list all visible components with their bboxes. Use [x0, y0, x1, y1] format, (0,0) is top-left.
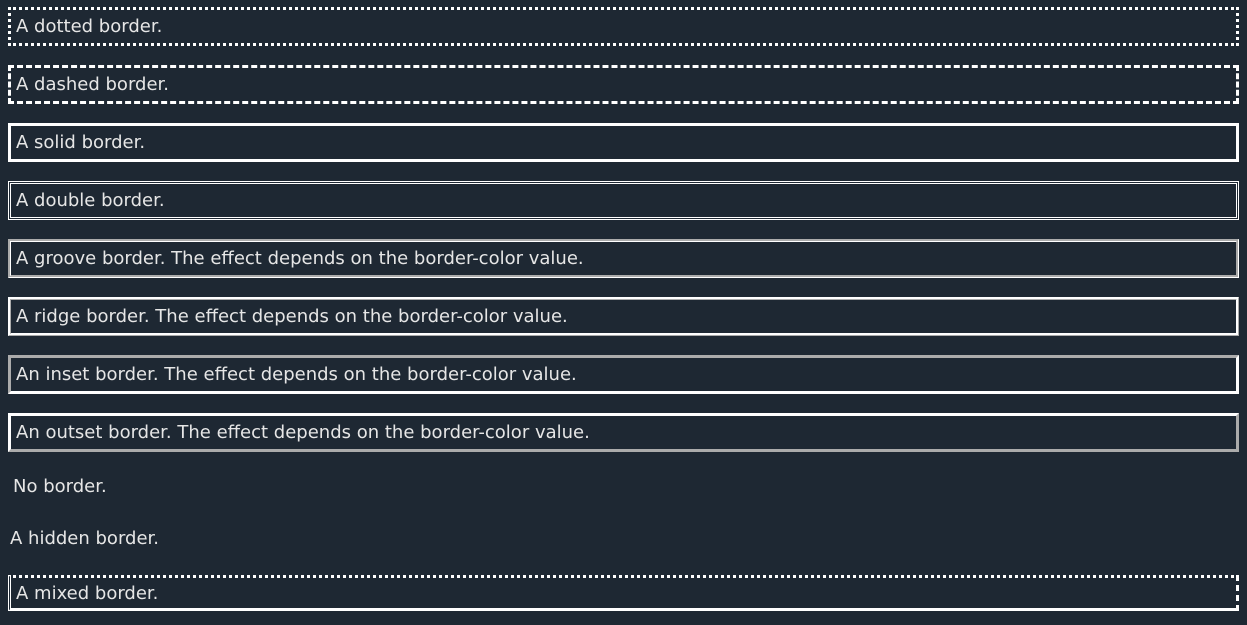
dashed-border-paragraph: A dashed border. [8, 65, 1239, 104]
ridge-border-paragraph: A ridge border. The effect depends on th… [8, 297, 1239, 336]
inset-border-paragraph: An inset border. The effect depends on t… [8, 355, 1239, 394]
outset-border-paragraph: An outset border. The effect depends on … [8, 413, 1239, 452]
dotted-border-paragraph: A dotted border. [8, 7, 1239, 46]
solid-border-paragraph: A solid border. [8, 123, 1239, 162]
no-border-paragraph: No border. [13, 476, 107, 497]
mixed-border-paragraph: A mixed border. [8, 575, 1239, 611]
hidden-border-paragraph: A hidden border. [10, 528, 159, 549]
double-border-paragraph: A double border. [8, 181, 1239, 220]
groove-border-paragraph: A groove border. The effect depends on t… [8, 239, 1239, 278]
